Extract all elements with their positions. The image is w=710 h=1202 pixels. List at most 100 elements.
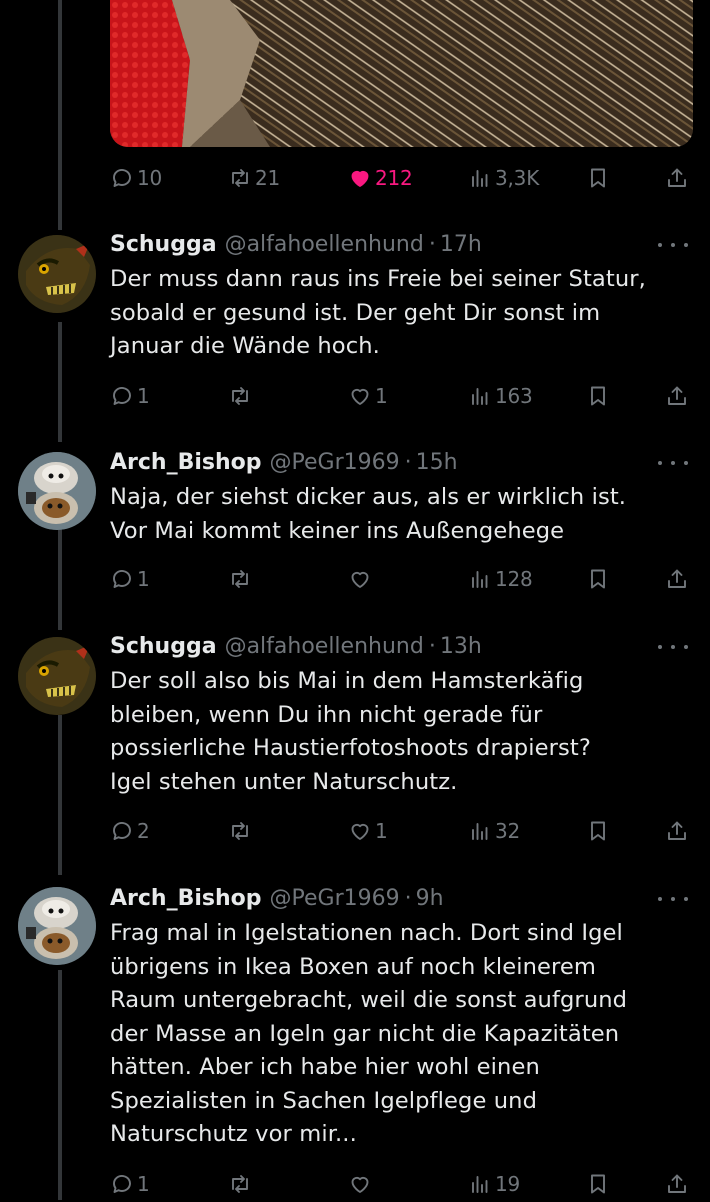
share-button[interactable] — [665, 160, 689, 196]
repost-arrows-icon — [232, 387, 248, 405]
avatar[interactable] — [18, 637, 96, 715]
like-button[interactable]: 212 — [348, 160, 413, 196]
reply-count: 10 — [137, 166, 163, 190]
bookmark-icon — [591, 569, 605, 589]
reply-button[interactable]: 1 — [110, 1166, 150, 1202]
ellipsis-icon — [658, 897, 662, 901]
like-button[interactable] — [348, 561, 375, 597]
share-button[interactable] — [665, 561, 689, 597]
views-button[interactable]: 128 — [468, 561, 533, 597]
bookmark-icon — [591, 1174, 605, 1194]
bookmark-icon — [591, 168, 605, 188]
reply-count: 2 — [137, 819, 150, 843]
reply-button[interactable]: 1 — [110, 561, 150, 597]
reply-header: Arch_Bishop @PeGr1969 · 15h — [110, 447, 650, 479]
repost-arrows-icon — [232, 570, 248, 588]
separator-dot: · — [428, 232, 436, 257]
repost-button[interactable] — [228, 561, 255, 597]
display-name[interactable]: Arch_Bishop — [110, 450, 262, 475]
views-count: 128 — [495, 567, 533, 591]
bar-chart-icon — [472, 571, 488, 588]
repost-button[interactable] — [228, 813, 255, 849]
bar-chart-icon — [472, 170, 488, 187]
display-name[interactable]: Arch_Bishop — [110, 886, 262, 911]
timestamp[interactable]: 17h — [440, 232, 482, 257]
reply-text: Naja, der siehst dicker aus, als er wirk… — [110, 484, 627, 544]
heart-icon — [351, 388, 369, 405]
share-button[interactable] — [665, 813, 689, 849]
timestamp[interactable]: 15h — [416, 450, 458, 475]
reply-button[interactable]: 2 — [110, 813, 150, 849]
speech-bubble-icon — [113, 1175, 131, 1193]
heart-icon — [351, 1176, 369, 1193]
like-button[interactable] — [348, 1166, 375, 1202]
bar-chart-icon — [472, 823, 488, 840]
separator-dot: · — [428, 634, 436, 659]
reply-header: Arch_Bishop @PeGr1969 · 9h — [110, 883, 650, 915]
separator-dot: · — [404, 886, 412, 911]
views-button[interactable]: 19 — [468, 1166, 520, 1202]
share-upload-icon — [668, 386, 686, 405]
timestamp[interactable]: 9h — [416, 886, 444, 911]
speech-bubble-icon — [113, 822, 131, 840]
views-count: 19 — [495, 1172, 521, 1196]
more-options-button[interactable] — [658, 447, 688, 479]
repost-arrows-icon — [232, 1175, 248, 1193]
repost-arrows-icon — [232, 822, 248, 840]
reply-count: 1 — [137, 384, 150, 408]
bookmark-button[interactable] — [586, 561, 610, 597]
share-button[interactable] — [665, 1166, 689, 1202]
heart-icon — [351, 170, 369, 187]
reply-button[interactable]: 1 — [110, 378, 150, 414]
views-button[interactable]: 3,3K — [468, 160, 539, 196]
heart-icon — [351, 571, 369, 588]
avatar[interactable] — [18, 887, 96, 965]
user-handle[interactable]: @alfahoellenhund — [225, 634, 424, 659]
bookmark-button[interactable] — [586, 1166, 610, 1202]
more-options-button[interactable] — [658, 883, 688, 915]
thread-connector-line — [58, 715, 62, 875]
thread-connector-line — [58, 0, 62, 230]
views-button[interactable]: 163 — [468, 378, 533, 414]
like-button[interactable]: 1 — [348, 813, 388, 849]
bookmark-icon — [591, 386, 605, 406]
repost-button[interactable] — [228, 378, 255, 414]
views-button[interactable]: 32 — [468, 813, 520, 849]
timestamp[interactable]: 13h — [440, 634, 482, 659]
reply-text: Frag mal in Igelstationen nach. Dort sin… — [110, 920, 628, 1147]
share-button[interactable] — [665, 378, 689, 414]
speech-bubble-icon — [113, 387, 131, 405]
hedgehog-avatar-image — [18, 887, 96, 965]
reply-actions: 1 1 163 — [110, 378, 692, 414]
repost-button[interactable] — [228, 1166, 255, 1202]
reply-count: 1 — [137, 1172, 150, 1196]
share-upload-icon — [668, 1174, 686, 1193]
bookmark-button[interactable] — [586, 160, 610, 196]
user-handle[interactable]: @alfahoellenhund — [225, 232, 424, 257]
bar-chart-icon — [472, 1176, 488, 1193]
user-handle[interactable]: @PeGr1969 — [270, 450, 400, 475]
speech-bubble-icon — [113, 570, 131, 588]
user-handle[interactable]: @PeGr1969 — [270, 886, 400, 911]
display-name[interactable]: Schugga — [110, 634, 217, 659]
bookmark-button[interactable] — [586, 378, 610, 414]
post-media-image[interactable] — [110, 0, 693, 147]
display-name[interactable]: Schugga — [110, 232, 217, 257]
more-options-button[interactable] — [658, 631, 688, 663]
like-count: 1 — [375, 384, 388, 408]
hedgehog-avatar-image — [18, 452, 96, 530]
repost-count: 21 — [255, 166, 281, 190]
share-upload-icon — [668, 168, 686, 187]
reply-header: Schugga @alfahoellenhund · 17h — [110, 229, 650, 261]
bookmark-button[interactable] — [586, 813, 610, 849]
reply-button[interactable]: 10 — [110, 160, 162, 196]
repost-button[interactable]: 21 — [228, 160, 280, 196]
reply-count: 1 — [137, 567, 150, 591]
ellipsis-icon — [658, 461, 662, 465]
monster-avatar-image — [18, 637, 96, 715]
avatar[interactable] — [18, 235, 96, 313]
like-button[interactable]: 1 — [348, 378, 388, 414]
more-options-button[interactable] — [658, 229, 688, 261]
avatar[interactable] — [18, 452, 96, 530]
reply-header: Schugga @alfahoellenhund · 13h — [110, 631, 650, 663]
